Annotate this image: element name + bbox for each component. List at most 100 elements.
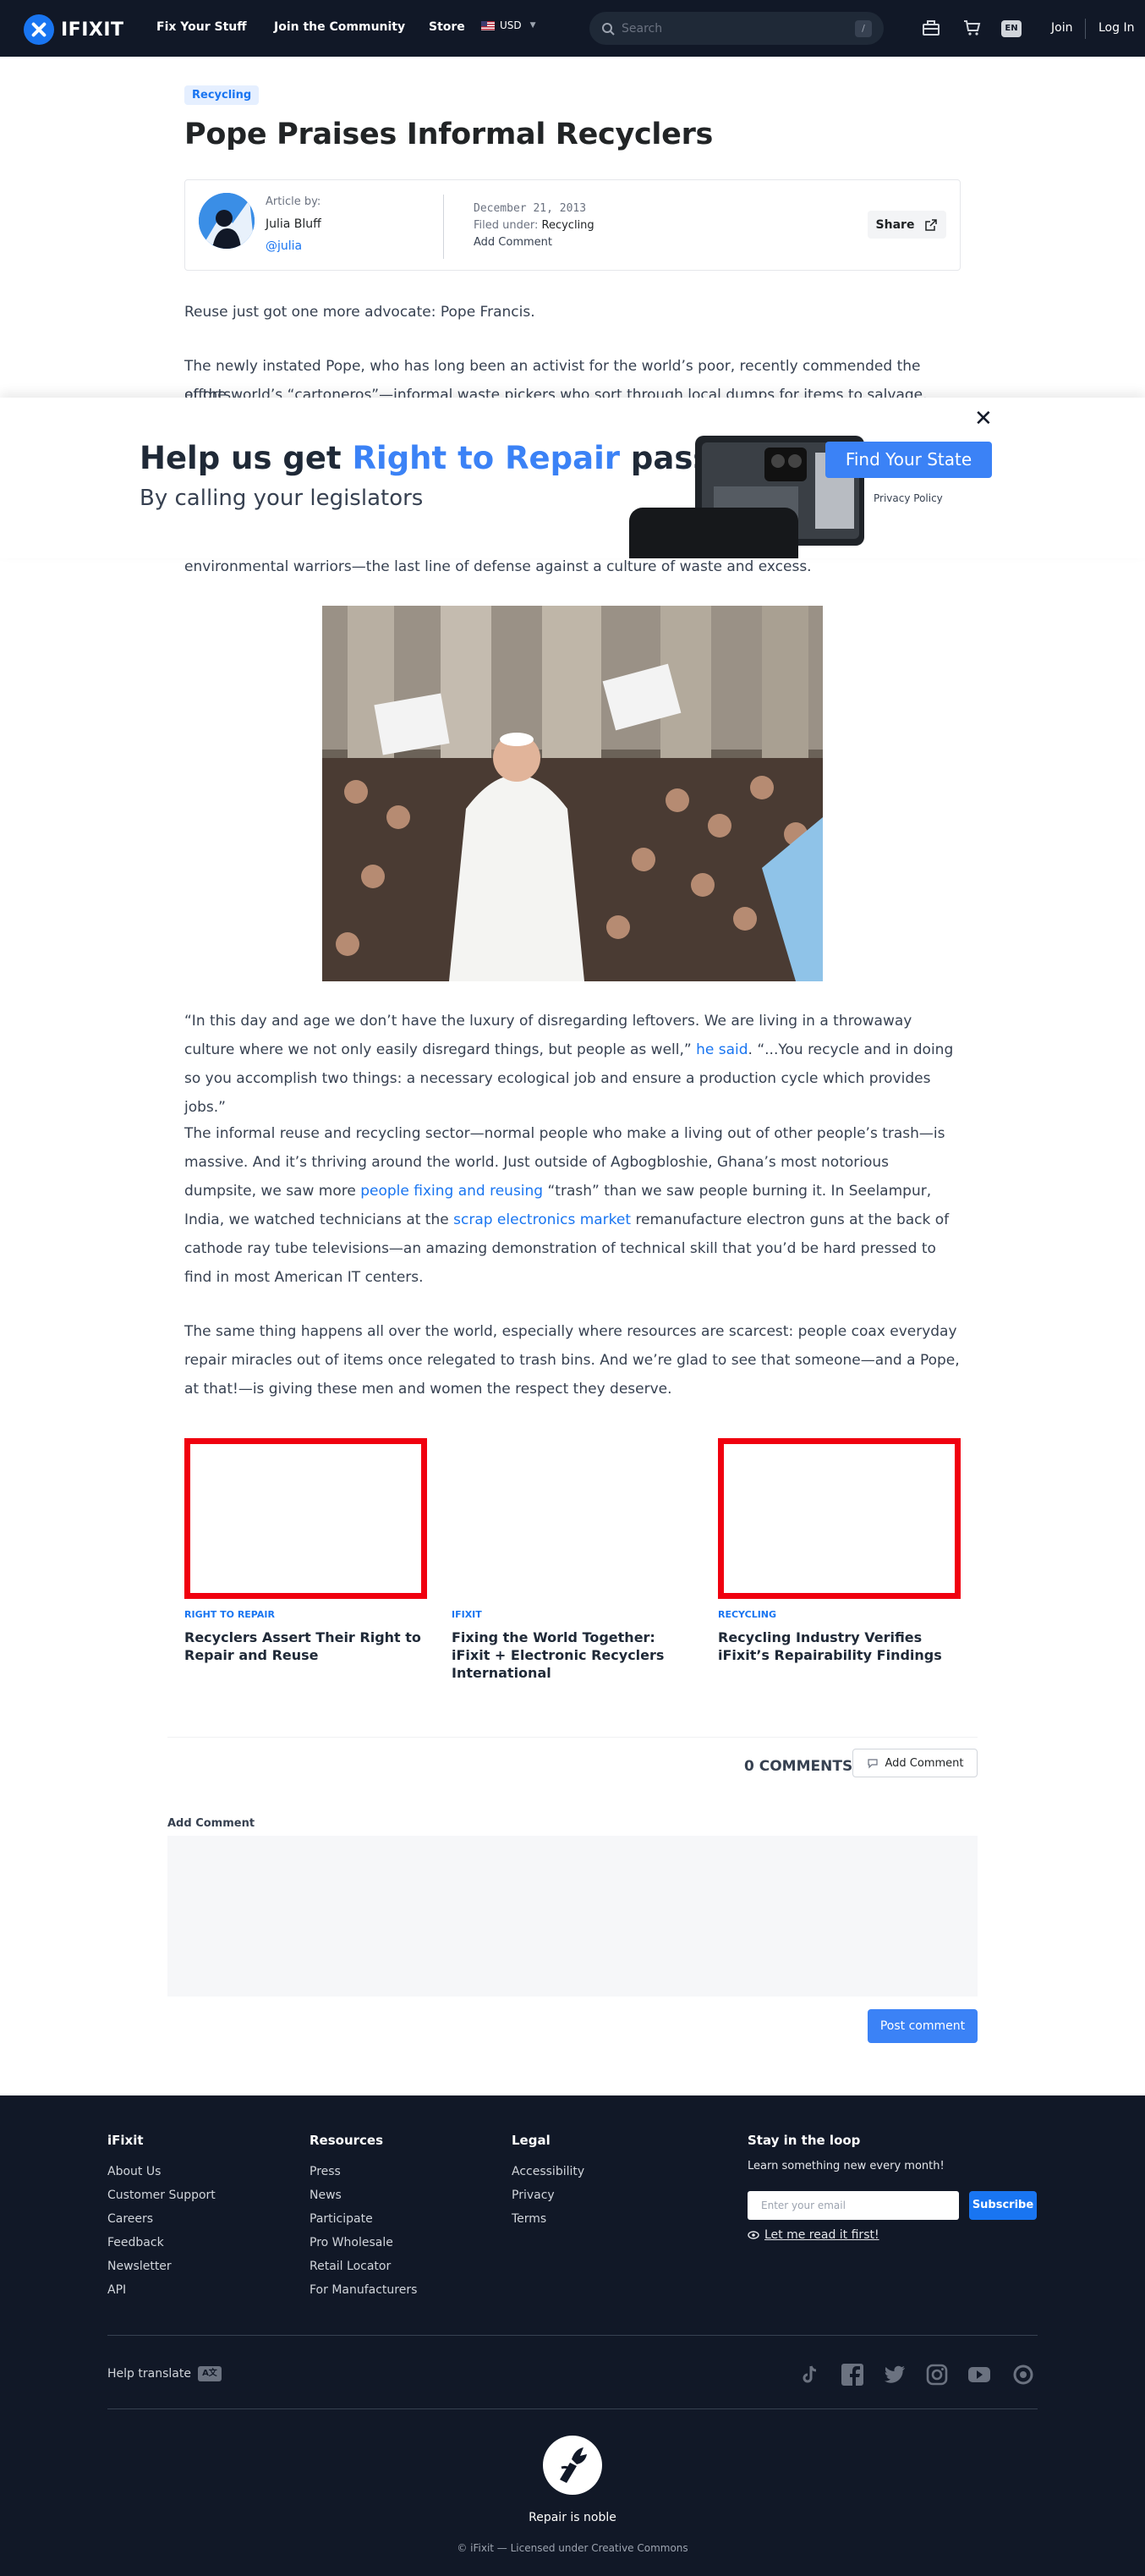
- author-handle[interactable]: @julia: [266, 239, 302, 253]
- footer-link[interactable]: About Us: [107, 2160, 216, 2183]
- login-link[interactable]: Log In: [1098, 21, 1134, 35]
- related-article-card[interactable]: Right to Repair Recyclers Assert Their R…: [184, 1438, 427, 1664]
- share-button[interactable]: Share: [868, 211, 946, 239]
- email-input[interactable]: [748, 2191, 959, 2220]
- share-label: Share: [875, 217, 915, 232]
- add-comment-button[interactable]: Add Comment: [852, 1749, 978, 1777]
- banner-heading-part: Help us get: [140, 440, 353, 476]
- search-shortcut-hint: /: [855, 20, 872, 37]
- related-article-card[interactable]: iFixit Fixing the World Together: iFixit…: [452, 1438, 694, 1682]
- article-paragraph: “In this day and age we don’t have the l…: [184, 1007, 962, 1122]
- article-category-tag[interactable]: Recycling: [184, 85, 260, 105]
- ifixit-logo[interactable]: IFIXIT: [24, 14, 124, 45]
- author-label: Article by:: [266, 195, 321, 208]
- related-article-image: [718, 1438, 961, 1599]
- footer-link[interactable]: News: [310, 2183, 417, 2207]
- footer-divider: [107, 2408, 1038, 2409]
- footer-link[interactable]: Terms: [512, 2207, 584, 2231]
- footer-link[interactable]: Privacy: [512, 2183, 584, 2207]
- twitter-icon[interactable]: [883, 2363, 907, 2387]
- chevron-down-icon: ▼: [529, 21, 536, 30]
- avatar-image: [199, 193, 255, 249]
- related-article-image: [452, 1438, 694, 1599]
- article-paragraph: Reuse just got one more advocate: Pope F…: [184, 304, 535, 321]
- instagram-icon[interactable]: [925, 2363, 949, 2387]
- read-first-link[interactable]: Let me read it first!: [748, 2228, 879, 2242]
- footer-link[interactable]: Feedback: [107, 2231, 216, 2255]
- right-to-repair-banner: ✕ Help us get Right to Repair passed By …: [0, 398, 1145, 558]
- add-comment-heading: Add Comment: [167, 1817, 255, 1830]
- footer-link[interactable]: Newsletter: [107, 2255, 216, 2278]
- footer-link[interactable]: For Manufacturers: [310, 2278, 417, 2302]
- section-divider: [167, 1737, 978, 1738]
- footer-column-legal: Legal Accessibility Privacy Terms: [512, 2133, 584, 2231]
- scrap-electronics-market-link[interactable]: scrap electronics market: [453, 1211, 631, 1228]
- footer-column-ifixit: iFixit About Us Customer Support Careers…: [107, 2133, 216, 2302]
- author-name[interactable]: Julia Bluff: [266, 217, 321, 231]
- article-date: December 21, 2013: [474, 202, 587, 215]
- currency-selector[interactable]: USD ▼: [481, 19, 536, 31]
- footer-link[interactable]: API: [107, 2278, 216, 2302]
- article-meta-box: Article by: Julia Bluff @julia December …: [184, 179, 961, 271]
- meta-divider: [443, 195, 444, 259]
- close-icon[interactable]: ✕: [974, 406, 993, 431]
- article-paragraph: The same thing happens all over the worl…: [184, 1323, 960, 1398]
- related-article-image: [184, 1438, 427, 1599]
- footer-link[interactable]: Customer Support: [107, 2183, 216, 2207]
- filed-under: Filed under: Recycling: [474, 219, 594, 232]
- comment-count: 0 COMMENTS: [744, 1758, 853, 1775]
- related-article-title[interactable]: Recyclers Assert Their Right to Repair a…: [184, 1629, 427, 1664]
- help-translate[interactable]: Help translate A文: [107, 2366, 222, 2381]
- filed-label: Filed under:: [474, 219, 539, 232]
- find-your-state-button[interactable]: Find Your State: [825, 442, 992, 478]
- us-flag-icon: [481, 20, 495, 30]
- footer-link[interactable]: Careers: [107, 2207, 216, 2231]
- search-input[interactable]: [622, 21, 850, 36]
- related-article-card[interactable]: Recycling Recycling Industry Verifies iF…: [718, 1438, 961, 1664]
- article-title: Pope Praises Informal Recyclers: [184, 118, 714, 151]
- nav-store[interactable]: Store: [429, 20, 465, 34]
- author-avatar[interactable]: [199, 193, 255, 249]
- currency-label: USD: [500, 19, 522, 31]
- join-link[interactable]: Join: [1051, 21, 1072, 35]
- external-link-icon: [925, 218, 938, 231]
- search-bar[interactable]: /: [589, 12, 884, 45]
- site-footer: iFixit About Us Customer Support Careers…: [0, 2095, 1145, 2576]
- privacy-policy-link[interactable]: Privacy Policy: [874, 492, 943, 504]
- footer-link[interactable]: Press: [310, 2160, 417, 2183]
- he-said-link[interactable]: he said: [696, 1041, 748, 1058]
- footer-column-title: Resources: [310, 2133, 384, 2148]
- subscribe-button[interactable]: Subscribe: [969, 2191, 1037, 2220]
- filed-value[interactable]: Recycling: [542, 219, 594, 232]
- facebook-icon[interactable]: [841, 2363, 864, 2387]
- toolbox-icon[interactable]: [922, 19, 940, 37]
- copyright-text: © iFixit — Licensed under Creative Commo…: [457, 2542, 688, 2554]
- language-selector[interactable]: EN: [1001, 20, 1022, 37]
- cart-icon[interactable]: [962, 19, 981, 37]
- footer-column-resources: Resources Press News Participate Pro Who…: [310, 2133, 417, 2302]
- github-icon[interactable]: [1010, 2363, 1037, 2387]
- related-article-category: Recycling: [718, 1609, 777, 1620]
- people-fixing-reusing-link[interactable]: people fixing and reusing: [360, 1183, 543, 1200]
- translate-icon: A文: [197, 2366, 222, 2381]
- add-comment-link[interactable]: Add Comment: [474, 236, 552, 249]
- footer-link[interactable]: Retail Locator: [310, 2255, 417, 2278]
- comment-icon: [867, 1759, 878, 1769]
- newsletter-title: Stay in the loop: [748, 2133, 861, 2148]
- banner-heading-highlight: Right to Repair: [352, 440, 621, 476]
- nav-join-community[interactable]: Join the Community: [274, 20, 405, 34]
- article-paragraph: The informal reuse and recycling sector—…: [184, 1119, 962, 1292]
- youtube-icon[interactable]: [967, 2363, 991, 2387]
- tiktok-icon[interactable]: [798, 2363, 822, 2387]
- footer-divider: [107, 2335, 1038, 2336]
- nav-fix-your-stuff[interactable]: Fix Your Stuff: [156, 20, 247, 34]
- footer-link[interactable]: Participate: [310, 2207, 417, 2231]
- related-article-title[interactable]: Fixing the World Together: iFixit + Elec…: [452, 1629, 694, 1682]
- ifixit-logo-icon: [24, 14, 54, 45]
- read-first-label: Let me read it first!: [764, 2228, 879, 2242]
- related-article-title[interactable]: Recycling Industry Verifies iFixit’s Rep…: [718, 1629, 961, 1664]
- footer-link[interactable]: Pro Wholesale: [310, 2231, 417, 2255]
- comment-textarea[interactable]: [167, 1836, 978, 1997]
- post-comment-button[interactable]: Post comment: [868, 2009, 978, 2043]
- footer-link[interactable]: Accessibility: [512, 2160, 584, 2183]
